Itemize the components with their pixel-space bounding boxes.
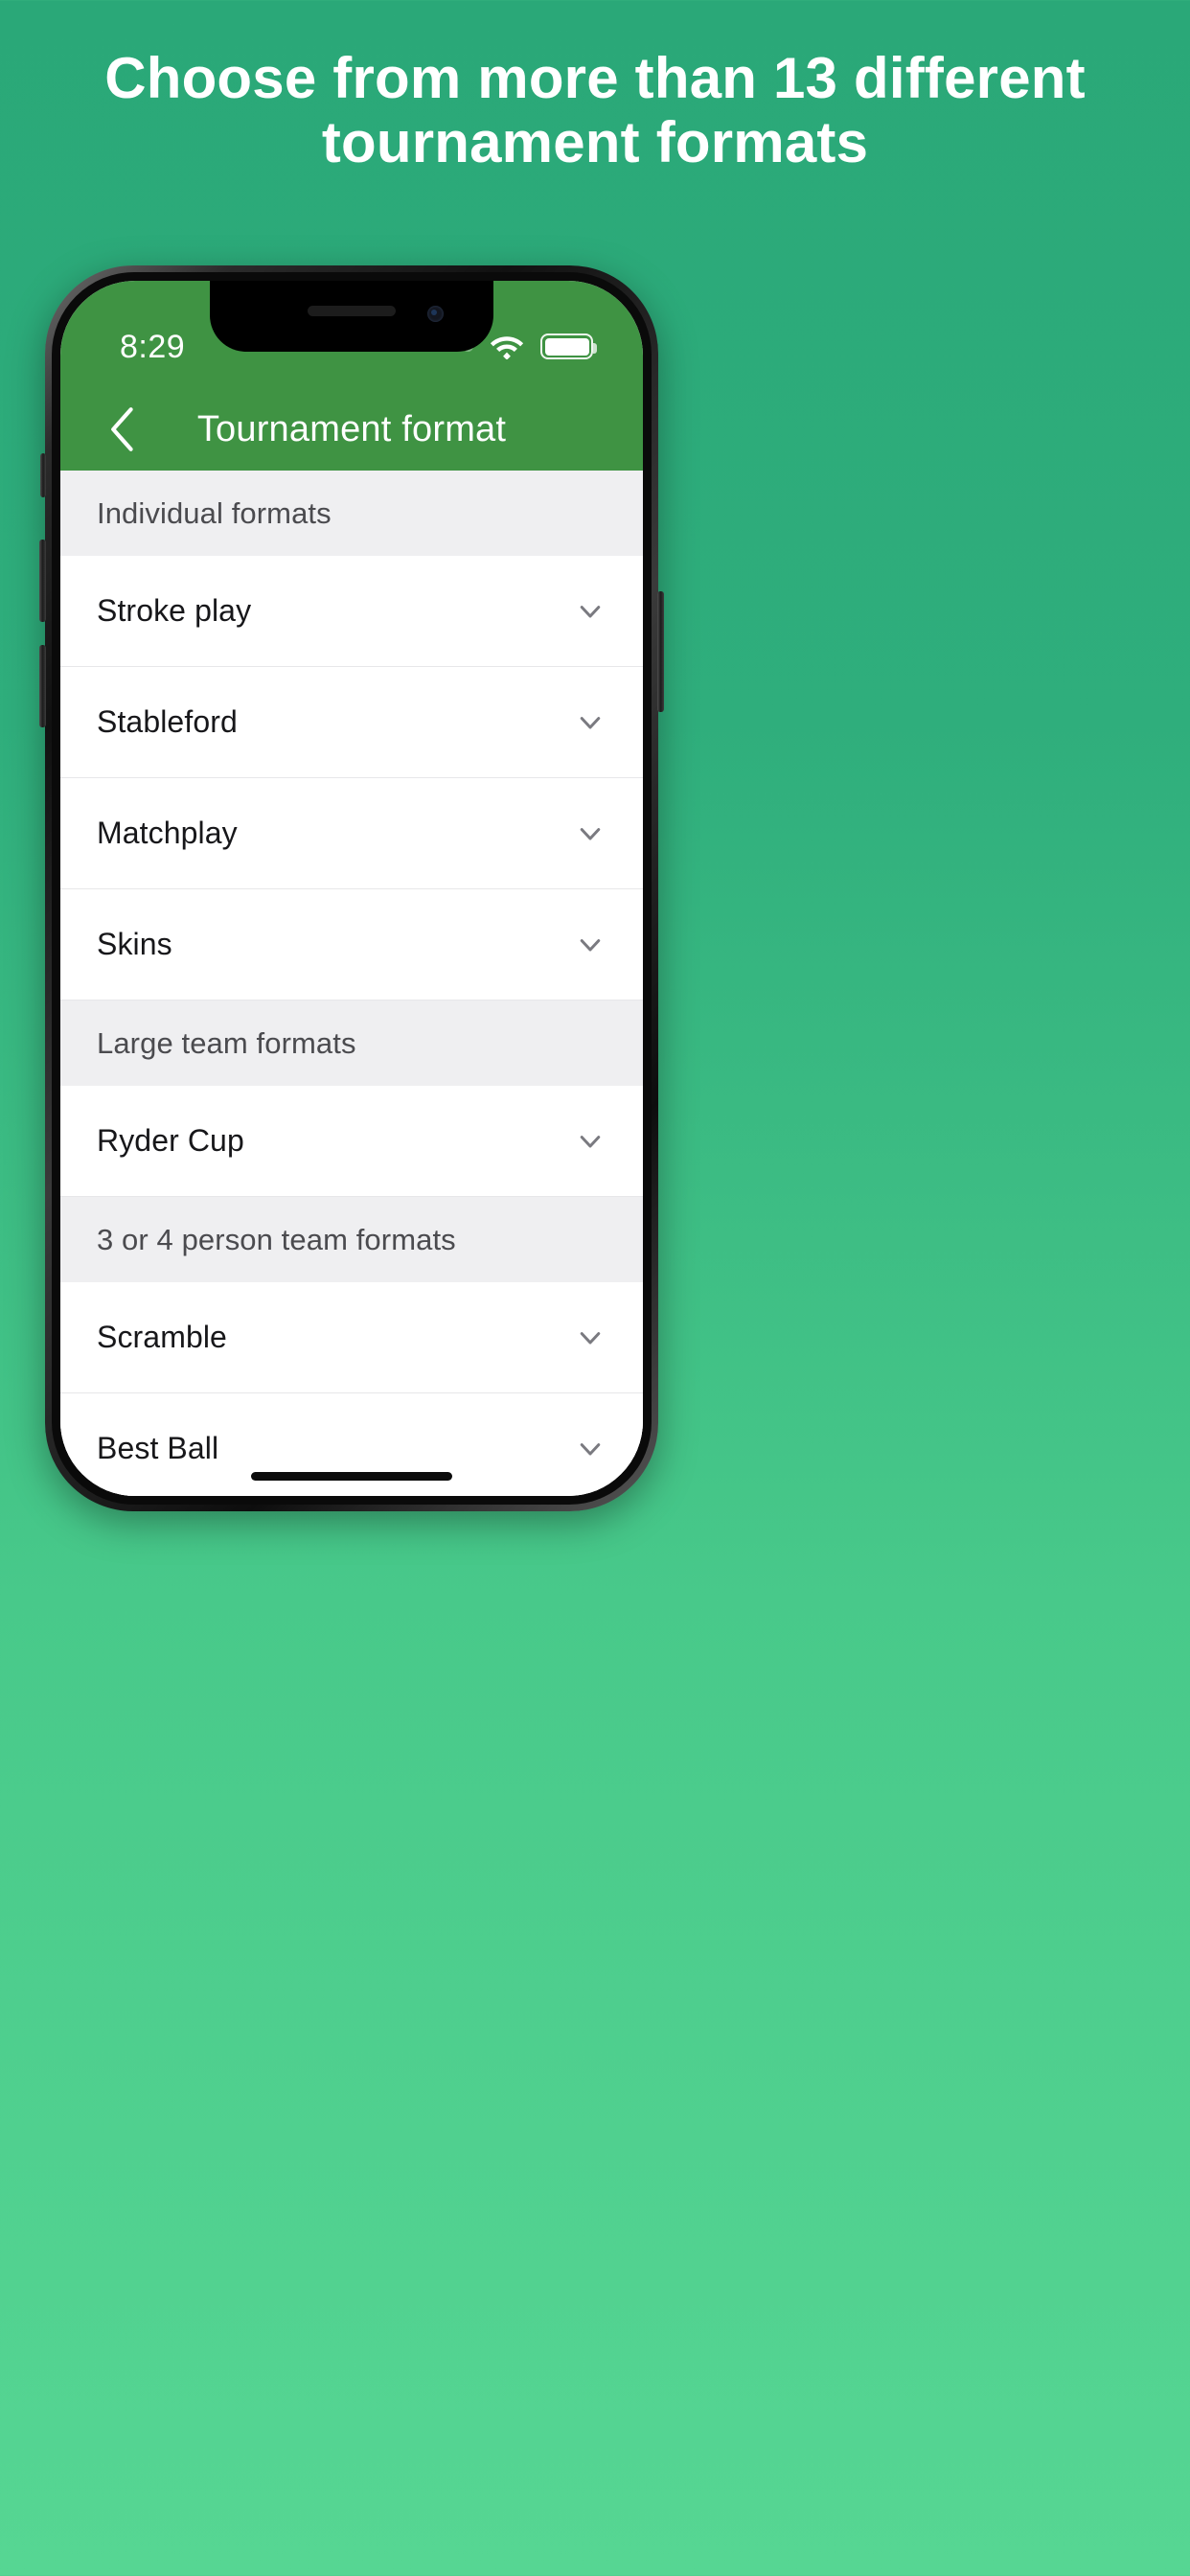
format-row-label: Best Ball [97, 1431, 219, 1465]
page-headline: Choose from more than 13 different tourn… [104, 46, 1086, 175]
front-camera-icon [427, 306, 444, 322]
earpiece-speaker-icon [308, 306, 396, 316]
chevron-down-icon [580, 716, 601, 728]
format-row[interactable]: Scramble [60, 1282, 643, 1393]
format-row[interactable]: Ryder Cup [60, 1086, 643, 1197]
phone-screen: 8:29 Tournament format Individual format… [60, 281, 643, 1496]
chevron-down-icon [580, 1331, 601, 1344]
format-row-label: Scramble [97, 1320, 227, 1354]
format-row-label: Skins [97, 927, 172, 961]
wifi-icon [490, 336, 524, 359]
battery-full-icon [540, 334, 597, 359]
chevron-down-icon [580, 1135, 601, 1147]
volume-down-button[interactable] [39, 645, 46, 727]
phone-notch [210, 281, 493, 352]
phone-frame: 8:29 Tournament format Individual format… [39, 265, 664, 1511]
volume-up-button[interactable] [39, 540, 46, 622]
phone-mockup: 8:29 Tournament format Individual format… [39, 265, 1145, 2576]
format-row[interactable]: Stroke play [60, 556, 643, 667]
mute-switch-button[interactable] [40, 453, 46, 497]
list-section-header: 3 or 4 person team formats [60, 1197, 643, 1282]
chevron-down-icon [580, 1442, 601, 1455]
power-button[interactable] [657, 591, 664, 712]
format-list[interactable]: Individual formats Stroke play Stableford M… [60, 471, 643, 1496]
format-row[interactable]: Stableford [60, 667, 643, 778]
phone-bezel: 8:29 Tournament format Individual format… [52, 272, 652, 1505]
navigation-bar: Tournament format [60, 388, 643, 471]
format-row-label: Matchplay [97, 816, 238, 850]
list-section-header: Individual formats [60, 471, 643, 556]
chevron-down-icon [580, 605, 601, 617]
status-bar-clock: 8:29 [120, 329, 186, 365]
chevron-down-icon [580, 938, 601, 951]
list-section-header: Large team formats [60, 1000, 643, 1086]
format-row[interactable]: Skins [60, 889, 643, 1000]
chevron-down-icon [580, 827, 601, 840]
chevron-left-icon [111, 407, 133, 451]
format-row-label: Stroke play [97, 593, 252, 628]
format-row-label: Stableford [97, 704, 238, 739]
format-row[interactable]: Matchplay [60, 778, 643, 889]
format-row-label: Ryder Cup [97, 1123, 244, 1158]
back-button[interactable] [93, 401, 150, 458]
home-indicator[interactable] [251, 1472, 452, 1481]
